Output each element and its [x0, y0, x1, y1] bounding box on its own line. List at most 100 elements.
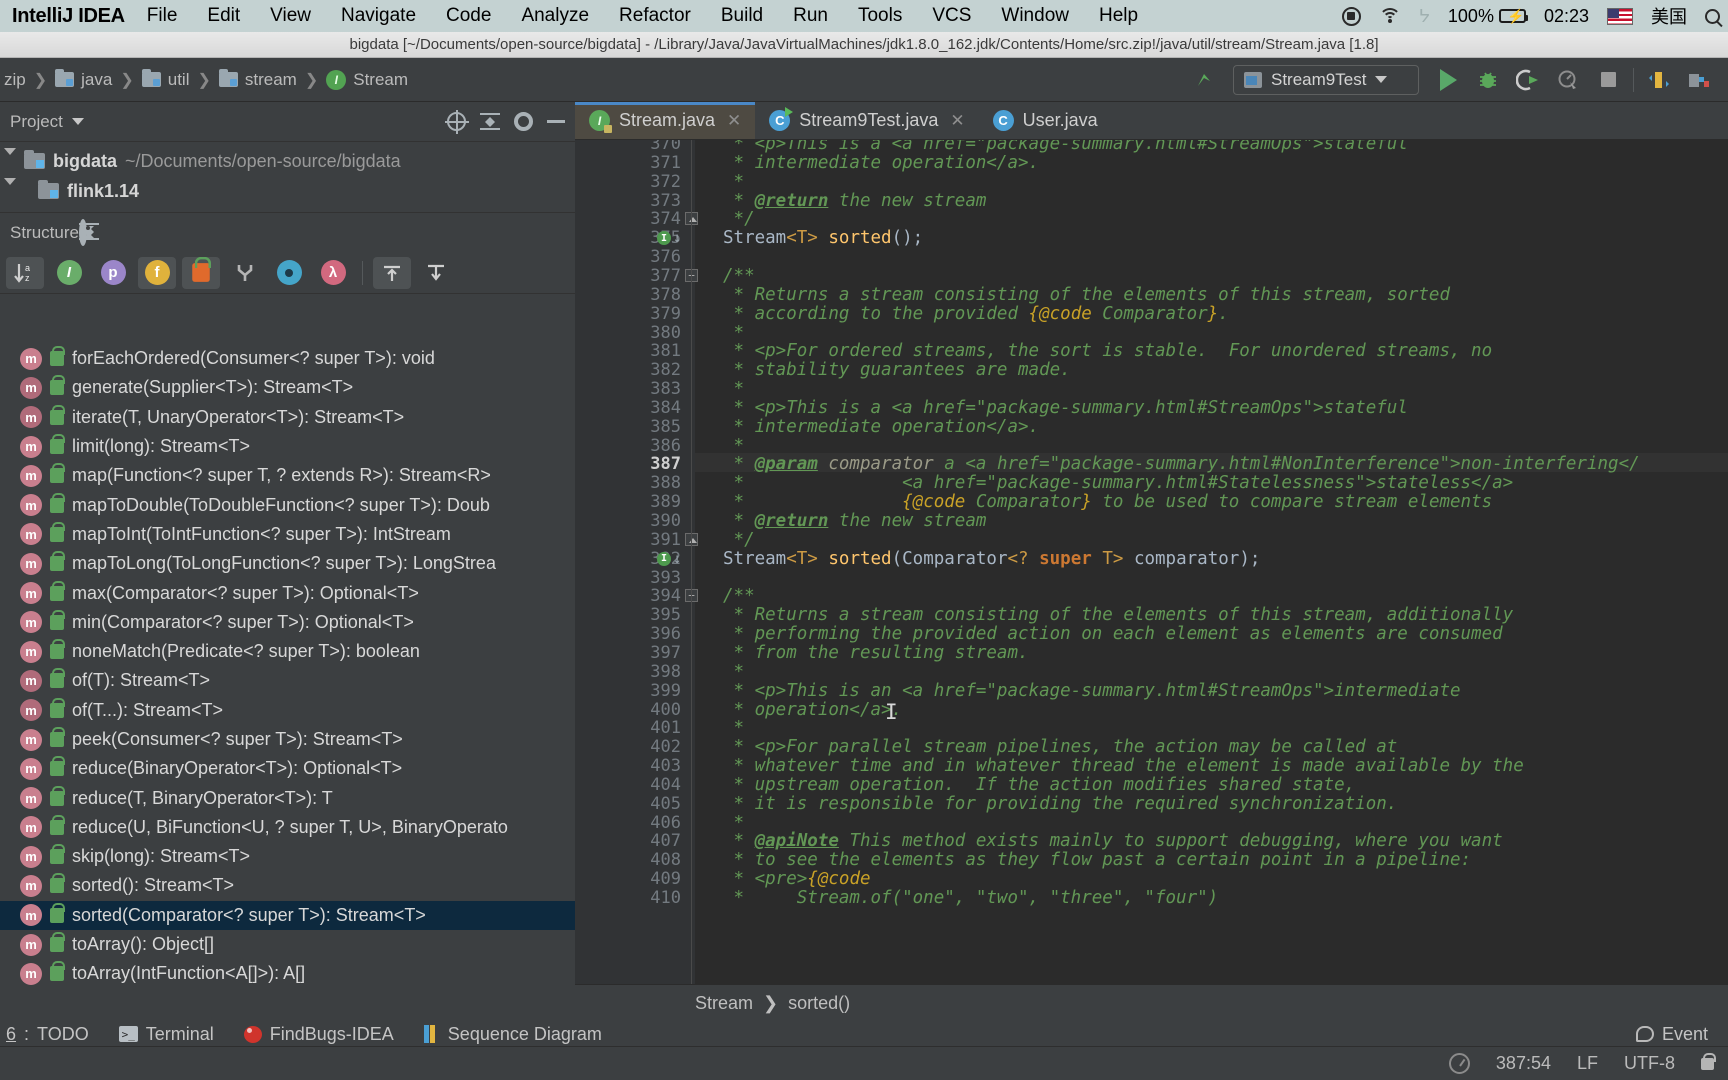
breadcrumb-item-zip[interactable]: zip	[0, 70, 30, 90]
code-line[interactable]: * stability guarantees are made.	[723, 360, 1071, 380]
code-line[interactable]: */	[723, 209, 755, 229]
code-line[interactable]: * to see the elements as they flow past …	[723, 850, 1472, 870]
structure-member-row[interactable]: m sorted(Comparator<? super T>): Stream<T…	[0, 900, 575, 930]
tool-window-terminal[interactable]: >_ Terminal	[118, 1024, 214, 1045]
structure-member-row[interactable]: m reduce(T, BinaryOperator<T>): T	[0, 783, 575, 812]
code-line[interactable]: * @apiNote This method exists mainly to …	[723, 831, 1503, 851]
wifi-icon[interactable]	[1378, 8, 1401, 24]
code-line[interactable]: * from the resulting stream.	[723, 643, 1029, 663]
breadcrumb-item-stream-pkg[interactable]: stream	[215, 69, 301, 90]
autoscroll-from-source-button[interactable]	[417, 257, 455, 289]
collapse-all-icon[interactable]	[480, 112, 500, 131]
code-line[interactable]: * whatever time and in whatever thread t…	[723, 756, 1524, 776]
menu-item-tools[interactable]: Tools	[858, 5, 902, 27]
spotlight-search-icon[interactable]	[1705, 8, 1720, 24]
code-line[interactable]: /**	[723, 266, 755, 286]
code-line[interactable]: * Returns a stream consisting of the ele…	[723, 605, 1514, 625]
close-icon[interactable]: ✕	[727, 111, 741, 131]
code-line[interactable]: * Returns a stream consisting of the ele…	[723, 285, 1450, 305]
code-line[interactable]: * <p>This is an <a href="package-summary…	[723, 681, 1461, 701]
menu-item-analyze[interactable]: Analyze	[521, 5, 589, 27]
structure-member-row[interactable]: m generate(Supplier<T>): Stream<T>	[0, 373, 575, 402]
background-tasks-icon[interactable]	[1448, 1053, 1470, 1074]
menu-item-file[interactable]: File	[147, 5, 178, 27]
menu-item-run[interactable]: Run	[793, 5, 828, 27]
tool-window-findbugs[interactable]: FindBugs-IDEA	[243, 1024, 394, 1045]
structure-member-row[interactable]: m noneMatch(Predicate<? super T>): boolea…	[0, 637, 575, 666]
menu-item-navigate[interactable]: Navigate	[341, 5, 416, 27]
editor-tab-stream[interactable]: I Stream.java ✕	[575, 102, 756, 139]
structure-member-row[interactable]: m iterate(T, UnaryOperator<T>): Stream<T>	[0, 403, 575, 432]
structure-member-row[interactable]: m limit(long): Stream<T>	[0, 432, 575, 461]
menu-item-build[interactable]: Build	[721, 5, 763, 27]
menu-item-view[interactable]: View	[270, 5, 311, 27]
code-line[interactable]: * intermediate operation</a>.	[723, 153, 1040, 173]
code-line[interactable]: * @return the new stream	[723, 511, 987, 531]
code-line[interactable]: *	[723, 379, 745, 399]
menu-app-name[interactable]: IntelliJ IDEA	[12, 5, 125, 28]
stop-button[interactable]	[1589, 64, 1627, 96]
structure-member-list[interactable]: m forEachOrdered(Consumer<? super T>): vo…	[0, 344, 575, 1022]
code-line[interactable]: * Stream.of("one", "two", "three", "four…	[723, 888, 1219, 908]
editor-tab-stream9test[interactable]: C Stream9Test.java ✕	[755, 102, 978, 139]
breadcrumb-item-stream-class[interactable]: I Stream	[322, 69, 412, 90]
battery-status[interactable]: 100% ⚡	[1448, 6, 1528, 27]
code-line[interactable]: Stream<T> sorted();	[723, 228, 923, 248]
structure-member-row[interactable]: m sorted(): Stream<T>	[0, 871, 575, 900]
run-with-coverage-button[interactable]	[1509, 64, 1547, 96]
editor-breadcrumb-class[interactable]: Stream	[695, 993, 753, 1014]
structure-member-row[interactable]: m map(Function<? super T, ? extends R>): …	[0, 461, 575, 490]
code-line[interactable]: *	[723, 172, 745, 192]
code-line[interactable]: * it is responsible for providing the re…	[723, 794, 1398, 814]
gear-icon[interactable]	[78, 218, 87, 246]
show-anonymous-button[interactable]	[270, 257, 308, 289]
project-panel-title-group[interactable]: Project	[10, 112, 84, 132]
structure-member-row[interactable]: m of(T): Stream<T>	[0, 666, 575, 695]
read-only-lock-icon[interactable]	[1701, 1052, 1716, 1070]
code-line[interactable]: * <p>For ordered streams, the sort is st…	[723, 341, 1493, 361]
code-line[interactable]: * <a href="package-summary.html#Stateles…	[723, 473, 1514, 493]
structure-member-row[interactable]: m peek(Consumer<? super T>): Stream<T>	[0, 725, 575, 754]
code-line[interactable]: *	[723, 323, 745, 343]
menu-item-refactor[interactable]: Refactor	[619, 5, 691, 27]
structure-member-row[interactable]: m mapToLong(ToLongFunction<? super T>): L…	[0, 549, 575, 578]
code-line[interactable]: /**	[723, 586, 755, 606]
close-icon[interactable]: ✕	[950, 111, 964, 131]
structure-member-row[interactable]: m max(Comparator<? super T>): Optional<T>	[0, 578, 575, 607]
show-non-public-button[interactable]	[182, 256, 220, 289]
menubar-clock[interactable]: 02:23	[1544, 6, 1589, 27]
structure-member-row[interactable]: m forEachOrdered(Consumer<? super T>): vo…	[0, 344, 575, 373]
menu-item-edit[interactable]: Edit	[207, 5, 240, 27]
structure-member-row[interactable]: m reduce(U, BiFunction<U, ? super T, U>, …	[0, 813, 575, 842]
sort-alphabetically-button[interactable]: az	[6, 256, 44, 289]
sort-by-visibility-button[interactable]: I	[50, 257, 88, 289]
editor-gutter[interactable]: 370371372373374375I↓376377−3783793803813…	[575, 140, 698, 984]
breadcrumb-item-java[interactable]: java	[51, 69, 116, 90]
gear-icon[interactable]	[514, 112, 533, 131]
code-line[interactable]: *	[723, 662, 745, 682]
debug-button[interactable]	[1469, 64, 1507, 96]
us-flag-icon[interactable]	[1607, 7, 1633, 25]
run-button[interactable]	[1429, 64, 1467, 96]
expand-twisty-icon[interactable]	[4, 178, 16, 205]
bluetooth-icon[interactable]: ᔭ	[1419, 6, 1430, 27]
menu-item-help[interactable]: Help	[1099, 5, 1138, 27]
structure-member-row[interactable]: m reduce(BinaryOperator<T>): Optional<T>	[0, 754, 575, 783]
structure-member-row[interactable]: m mapToDouble(ToDoubleFunction<? super T>…	[0, 490, 575, 519]
breadcrumb-item-util[interactable]: util	[138, 69, 194, 90]
tool-window-todo[interactable]: 6: TODO	[6, 1024, 89, 1045]
tree-node-flink[interactable]: flink1.14	[0, 176, 575, 206]
code-line[interactable]: * intermediate operation</a>.	[723, 417, 1040, 437]
code-line[interactable]: * upstream operation. If the action modi…	[723, 775, 1356, 795]
expand-twisty-icon[interactable]	[4, 148, 16, 175]
menu-item-vcs[interactable]: VCS	[932, 5, 971, 27]
code-line[interactable]: */	[723, 530, 755, 550]
menu-item-code[interactable]: Code	[446, 5, 491, 27]
code-line[interactable]: * according to the provided {@code Compa…	[723, 304, 1229, 324]
run-configuration-selector[interactable]: Stream9Test	[1233, 64, 1419, 95]
tool-window-sequence-diagram[interactable]: Sequence Diagram	[423, 1024, 602, 1045]
hide-icon[interactable]	[547, 120, 565, 123]
line-separator[interactable]: LF	[1577, 1053, 1598, 1074]
structure-member-row[interactable]: m toArray(): Object[]	[0, 930, 575, 959]
structure-member-row[interactable]: m of(T...): Stream<T>	[0, 696, 575, 725]
